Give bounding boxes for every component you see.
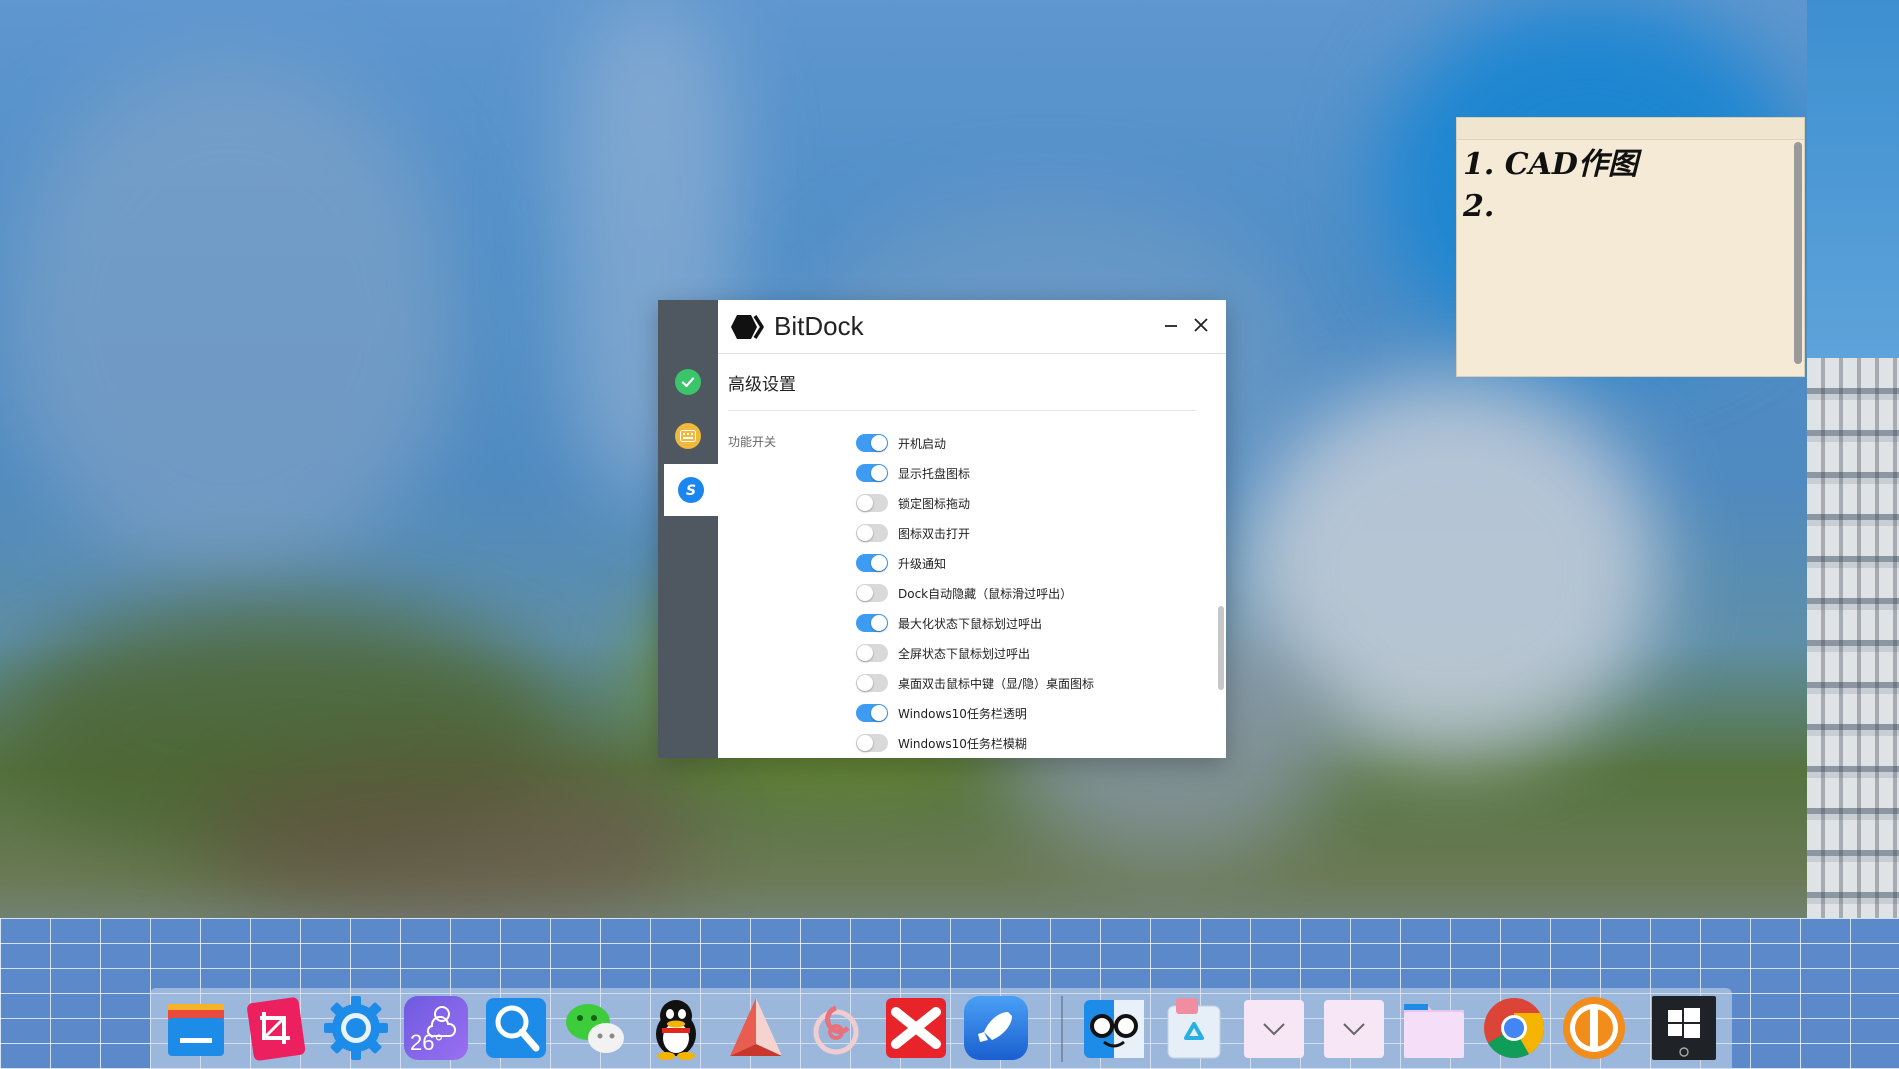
settings-content: BitDock 高级设置 功能开关 开机启动显示托盘图标 锁定图标拖动 图标双击打开… (718, 300, 1226, 758)
chrome-icon[interactable] (1480, 994, 1548, 1062)
toggle-knob (857, 645, 873, 661)
wechat-icon[interactable] (562, 994, 630, 1062)
sticky-note-scrollbar[interactable] (1794, 142, 1802, 364)
section-title: 高级设置 (728, 375, 796, 395)
s-badge-icon: S (678, 477, 704, 503)
toggle-switch[interactable] (856, 644, 888, 662)
switch-label: Windows10任务栏透明 (898, 706, 1027, 721)
toggle-knob (871, 615, 887, 631)
toggle-switch[interactable] (856, 584, 888, 602)
section-divider (728, 410, 1196, 411)
qq-icon[interactable] (642, 994, 710, 1062)
switch-row: Dock自动隐藏（鼠标滑过呼出） (856, 578, 1094, 608)
switch-label: 图标双击打开 (898, 526, 971, 541)
switch-label: 升级通知 (898, 556, 947, 571)
toggle-knob (871, 465, 887, 481)
switch-row: 显示托盘图标 (856, 458, 1094, 488)
crop-tool-icon[interactable] (242, 994, 310, 1062)
switch-row: Windows10任务栏透明 (856, 698, 1094, 728)
minimize-button[interactable] (1158, 312, 1184, 338)
switch-label: 锁定图标拖动 (898, 496, 971, 511)
switch-row: 最大化状态下鼠标划过呼出 (856, 608, 1094, 638)
sticky-note-header[interactable] (1457, 118, 1804, 140)
weather-temp-text: 26° (410, 1030, 444, 1055)
minimize-icon (1165, 325, 1177, 327)
switch-label: Windows10任务栏模糊 (898, 736, 1027, 751)
rocket-launcher-icon[interactable] (962, 994, 1030, 1062)
paper-plane-icon[interactable] (722, 994, 790, 1062)
folder-stack-icon[interactable] (1320, 994, 1388, 1062)
dialog-scrollbar[interactable] (1218, 606, 1224, 690)
switch-row: 桌面双击鼠标中键（显/隐）桌面图标 (856, 668, 1094, 698)
close-button[interactable] (1188, 312, 1214, 338)
check-circle-icon (675, 369, 701, 395)
toggle-switch[interactable] (856, 494, 888, 512)
sidebar-item-advanced[interactable]: S (664, 464, 718, 516)
toggle-knob (871, 555, 887, 571)
switch-row: 升级通知 (856, 548, 1094, 578)
toggle-switch[interactable] (856, 464, 888, 482)
file-explorer-icon[interactable] (162, 994, 230, 1062)
toggle-switch[interactable] (856, 734, 888, 752)
toggle-switch[interactable] (856, 434, 888, 452)
switch-row: 全屏状态下鼠标划过呼出 (856, 638, 1094, 668)
toggle-knob (857, 675, 873, 691)
close-icon (1194, 318, 1208, 332)
switch-label: 开机启动 (898, 436, 947, 451)
dock-separator (1061, 996, 1063, 1062)
toggle-switch[interactable] (856, 554, 888, 572)
system-settings-icon[interactable] (322, 994, 390, 1062)
power-app-icon[interactable] (1560, 994, 1628, 1062)
switch-list: 开机启动显示托盘图标 锁定图标拖动 图标双击打开 升级通知 Dock自动隐藏（鼠标滑过呼… (856, 428, 1094, 758)
switch-row: 开机启动 (856, 428, 1094, 458)
bitdock-settings-dialog: S BitDock 高级设置 功能开关 开机启动显示托盘图标 锁定图标拖动 图标双击… (658, 300, 1226, 758)
switch-label: 全屏状态下鼠标划过呼出 (898, 646, 1031, 661)
toggle-switch[interactable] (856, 614, 888, 632)
group-label: 功能开关 (728, 435, 777, 449)
dialog-title: BitDock (774, 311, 864, 341)
sidebar-item-general[interactable] (658, 356, 718, 408)
switch-label: 最大化状态下鼠标划过呼出 (898, 616, 1043, 631)
sticky-note-text[interactable]: 1. CAD作图 2. (1457, 140, 1804, 232)
settings-sidebar: S (658, 300, 718, 758)
switch-row: Windows10任务栏模糊 (856, 728, 1094, 758)
xmind-icon[interactable] (882, 994, 950, 1062)
switch-label: Dock自动隐藏（鼠标滑过呼出） (898, 586, 1073, 601)
search-icon[interactable] (482, 994, 550, 1062)
toggle-knob (857, 495, 873, 511)
folder-icon[interactable] (1400, 994, 1468, 1062)
switch-row: 图标双击打开 (856, 518, 1094, 548)
svg-text:S: S (686, 483, 696, 498)
toggle-switch[interactable] (856, 704, 888, 722)
switch-label: 显示托盘图标 (898, 466, 971, 481)
netease-music-icon[interactable] (802, 994, 870, 1062)
dialog-titlebar[interactable]: BitDock (718, 300, 1226, 354)
windows-start-icon[interactable] (1650, 994, 1718, 1062)
toggle-switch[interactable] (856, 674, 888, 692)
toggle-knob (871, 705, 887, 721)
toggle-knob (857, 585, 873, 601)
finder-icon[interactable] (1080, 994, 1148, 1062)
switch-label: 桌面双击鼠标中键（显/隐）桌面图标 (898, 676, 1095, 691)
toggle-knob (871, 435, 887, 451)
bitdock-logo-icon (731, 314, 764, 339)
toggle-switch[interactable] (856, 524, 888, 542)
recycle-bin-icon[interactable] (1160, 994, 1228, 1062)
toggle-knob (857, 525, 873, 541)
building-image (1807, 358, 1899, 918)
folder-stack-icon[interactable] (1240, 994, 1308, 1062)
sidebar-item-shortcuts[interactable] (658, 410, 718, 462)
weather-icon[interactable]: 26° (402, 994, 470, 1062)
keyboard-icon (675, 423, 701, 449)
sticky-note[interactable]: 1. CAD作图 2. (1456, 117, 1805, 377)
toggle-knob (857, 735, 873, 751)
switch-row: 锁定图标拖动 (856, 488, 1094, 518)
